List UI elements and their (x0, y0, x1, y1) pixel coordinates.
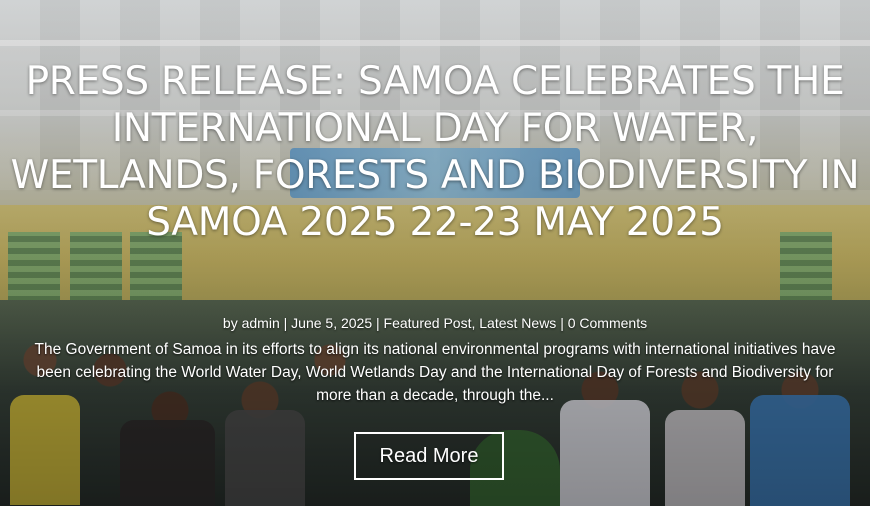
post-excerpt: The Government of Samoa in its efforts t… (34, 341, 836, 404)
comments-link[interactable]: 0 Comments (568, 315, 647, 331)
meta-separator: | (279, 315, 292, 331)
meta-separator: | (556, 315, 568, 331)
category-link-latest-news[interactable]: Latest News (479, 315, 556, 331)
meta-by-label: by (222, 315, 242, 331)
post-date: June 5, 2025 (291, 315, 373, 331)
post-content: PRESS RELEASE: SAMOA CELEBRATES THE INTE… (0, 0, 870, 506)
author-link[interactable]: admin (242, 315, 280, 331)
post-meta: by admin | June 5, 2025 | Featured Post,… (0, 314, 870, 332)
meta-separator: | (372, 315, 384, 331)
category-link-featured-post[interactable]: Featured Post (384, 315, 472, 331)
read-more-button[interactable]: Read More (354, 432, 504, 480)
hero-section: PRESS RELEASE: SAMOA CELEBRATES THE INTE… (0, 0, 870, 506)
post-title[interactable]: PRESS RELEASE: SAMOA CELEBRATES THE INTE… (10, 58, 860, 246)
